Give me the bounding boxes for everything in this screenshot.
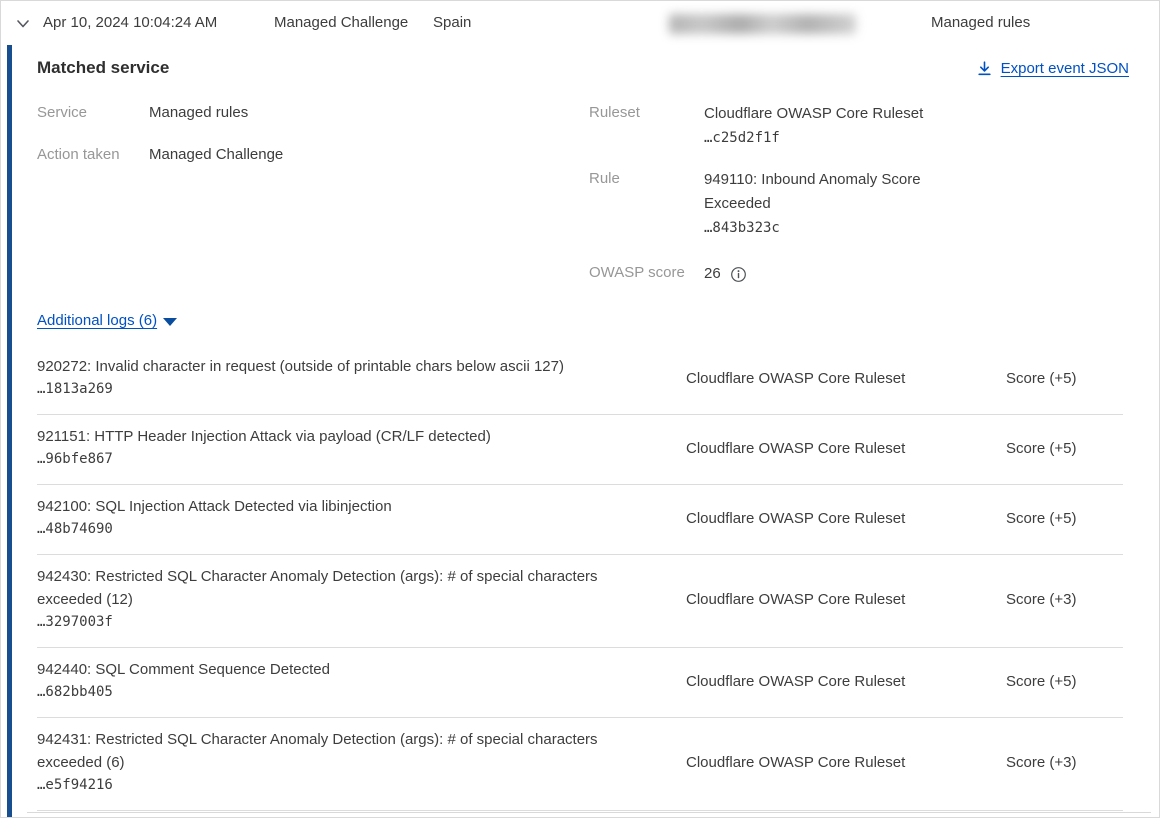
additional-logs-table: 920272: Invalid character in request (ou… bbox=[37, 345, 1123, 811]
log-ruleset-name: Cloudflare OWASP Core Ruleset bbox=[686, 591, 1006, 608]
ruleset-id-hash: …c25d2f1f bbox=[704, 130, 780, 146]
ruleset-value: Cloudflare OWASP Core Ruleset bbox=[704, 105, 923, 122]
event-summary-row[interactable]: Apr 10, 2024 10:04:24 AM Managed Challen… bbox=[1, 1, 1159, 45]
owasp-score-field: OWASP score 26 bbox=[589, 262, 944, 286]
log-description-cell: 921151: HTTP Header Injection Attack via… bbox=[37, 425, 686, 471]
log-rule-description: 921151: HTTP Header Injection Attack via… bbox=[37, 425, 646, 448]
selected-row-accent-bar bbox=[7, 45, 12, 817]
log-rule-id-hash: …3297003f bbox=[37, 611, 646, 634]
additional-logs-toggle[interactable]: Additional logs (6) bbox=[37, 312, 177, 329]
action-taken-label: Action taken bbox=[37, 144, 149, 165]
log-score: Score (+3) bbox=[1006, 591, 1123, 608]
log-row: 942430: Restricted SQL Character Anomaly… bbox=[37, 555, 1123, 648]
redacted-host-value bbox=[669, 14, 856, 34]
security-event-expanded-card: Apr 10, 2024 10:04:24 AM Managed Challen… bbox=[0, 0, 1160, 818]
ruleset-field: Ruleset Cloudflare OWASP Core Ruleset …c… bbox=[589, 102, 944, 150]
log-rule-description: 942430: Restricted SQL Character Anomaly… bbox=[37, 565, 646, 611]
owasp-score-value: 26 bbox=[704, 262, 721, 286]
log-rule-description: 920272: Invalid character in request (ou… bbox=[37, 355, 646, 378]
log-rule-description: 942440: SQL Comment Sequence Detected bbox=[37, 658, 646, 681]
log-score: Score (+5) bbox=[1006, 370, 1123, 387]
event-timestamp: Apr 10, 2024 10:04:24 AM bbox=[43, 14, 217, 31]
log-rule-id-hash: …1813a269 bbox=[37, 378, 646, 401]
rule-value: 949110: Inbound Anomaly Score Exceeded bbox=[704, 171, 921, 212]
log-ruleset-name: Cloudflare OWASP Core Ruleset bbox=[686, 440, 1006, 457]
log-rule-description: 942100: SQL Injection Attack Detected vi… bbox=[37, 495, 646, 518]
log-ruleset-name: Cloudflare OWASP Core Ruleset bbox=[686, 673, 1006, 690]
log-description-cell: 942440: SQL Comment Sequence Detected …6… bbox=[37, 658, 686, 704]
service-field: Service Managed rules bbox=[37, 102, 283, 123]
log-rule-description: 942431: Restricted SQL Character Anomaly… bbox=[37, 728, 646, 774]
info-icon[interactable] bbox=[730, 266, 747, 283]
log-row: 942100: SQL Injection Attack Detected vi… bbox=[37, 485, 1123, 555]
log-description-cell: 942430: Restricted SQL Character Anomaly… bbox=[37, 565, 686, 634]
log-row: 920272: Invalid character in request (ou… bbox=[37, 345, 1123, 415]
log-description-cell: 920272: Invalid character in request (ou… bbox=[37, 355, 686, 401]
caret-down-icon bbox=[163, 318, 177, 326]
log-score: Score (+5) bbox=[1006, 673, 1123, 690]
download-icon bbox=[976, 60, 993, 77]
action-taken-value: Managed Challenge bbox=[149, 144, 283, 165]
action-taken-field: Action taken Managed Challenge bbox=[37, 144, 283, 165]
next-row-divider bbox=[27, 812, 1151, 813]
chevron-down-icon[interactable] bbox=[15, 16, 31, 32]
event-country: Spain bbox=[433, 14, 471, 31]
details-left-column: Service Managed rules Action taken Manag… bbox=[37, 102, 283, 186]
export-event-json-link[interactable]: Export event JSON bbox=[976, 60, 1129, 77]
rule-label: Rule bbox=[589, 168, 704, 240]
log-row: 942440: SQL Comment Sequence Detected …6… bbox=[37, 648, 1123, 718]
service-label: Service bbox=[37, 102, 149, 123]
log-rule-id-hash: …e5f94216 bbox=[37, 774, 646, 797]
log-row: 921151: HTTP Header Injection Attack via… bbox=[37, 415, 1123, 485]
log-ruleset-name: Cloudflare OWASP Core Ruleset bbox=[686, 370, 1006, 387]
rule-field: Rule 949110: Inbound Anomaly Score Excee… bbox=[589, 168, 944, 240]
details-right-column: Ruleset Cloudflare OWASP Core Ruleset …c… bbox=[589, 102, 944, 307]
rule-id-hash: …843b323c bbox=[704, 220, 780, 236]
additional-logs-label: Additional logs (6) bbox=[37, 312, 157, 329]
owasp-score-label: OWASP score bbox=[589, 262, 704, 286]
log-rule-id-hash: …48b74690 bbox=[37, 518, 646, 541]
log-score: Score (+5) bbox=[1006, 510, 1123, 527]
panel-title: Matched service bbox=[37, 58, 169, 78]
log-ruleset-name: Cloudflare OWASP Core Ruleset bbox=[686, 510, 1006, 527]
ruleset-label: Ruleset bbox=[589, 102, 704, 150]
log-description-cell: 942431: Restricted SQL Character Anomaly… bbox=[37, 728, 686, 797]
log-row: 942431: Restricted SQL Character Anomaly… bbox=[37, 718, 1123, 811]
event-service: Managed rules bbox=[931, 14, 1030, 31]
log-ruleset-name: Cloudflare OWASP Core Ruleset bbox=[686, 754, 1006, 771]
log-score: Score (+3) bbox=[1006, 754, 1123, 771]
event-action: Managed Challenge bbox=[274, 14, 408, 31]
service-value: Managed rules bbox=[149, 102, 248, 123]
log-score: Score (+5) bbox=[1006, 440, 1123, 457]
log-rule-id-hash: …682bb405 bbox=[37, 681, 646, 704]
export-event-json-label: Export event JSON bbox=[1001, 60, 1129, 77]
log-description-cell: 942100: SQL Injection Attack Detected vi… bbox=[37, 495, 686, 541]
log-rule-id-hash: …96bfe867 bbox=[37, 448, 646, 471]
